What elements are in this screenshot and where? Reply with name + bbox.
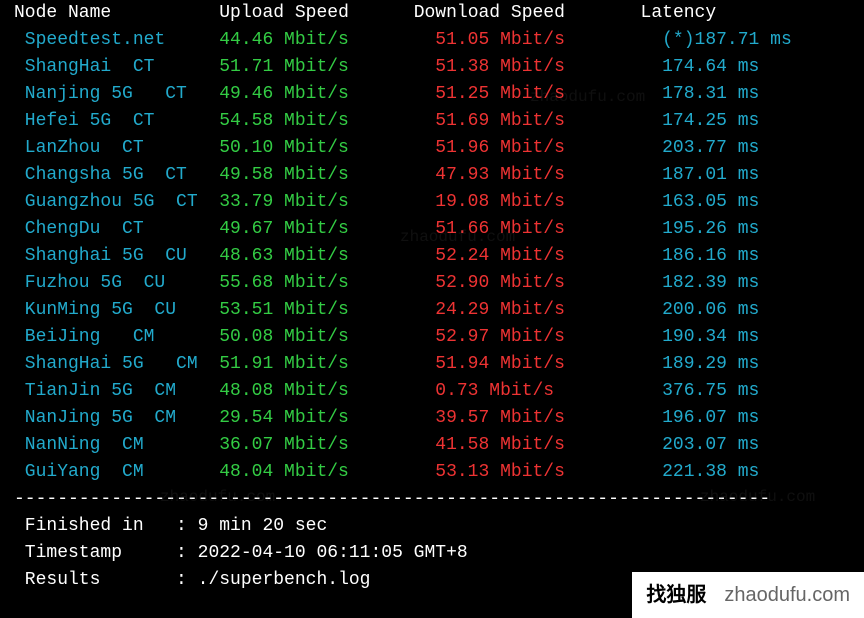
- cell-latency: 190.34 ms: [662, 327, 759, 347]
- table-header: Node Name Upload Speed Download Speed La…: [14, 0, 850, 27]
- cell-latency: 178.31 ms: [662, 84, 759, 104]
- cell-node: NanJing 5G CM: [14, 408, 219, 428]
- cell-upload: 50.08 Mbit/s: [219, 327, 435, 347]
- cell-latency: 174.64 ms: [662, 57, 759, 77]
- cell-download: 41.58 Mbit/s: [435, 435, 662, 455]
- cell-node: NanNing CM: [14, 435, 219, 455]
- attribution-badge: 找独服 zhaodufu.com: [632, 572, 864, 618]
- cell-download: 52.90 Mbit/s: [435, 273, 662, 293]
- cell-upload: 51.91 Mbit/s: [219, 354, 435, 374]
- footer-timestamp: Timestamp : 2022-04-10 06:11:05 GMT+8: [14, 540, 850, 567]
- cell-download: 51.05 Mbit/s: [435, 30, 662, 50]
- cell-node: ChengDu CT: [14, 219, 219, 239]
- cell-latency: 203.77 ms: [662, 138, 759, 158]
- cell-upload: 49.58 Mbit/s: [219, 165, 435, 185]
- cell-upload: 48.08 Mbit/s: [219, 381, 435, 401]
- cell-latency: 174.25 ms: [662, 111, 759, 131]
- cell-node: Hefei 5G CT: [14, 111, 219, 131]
- cell-upload: 54.58 Mbit/s: [219, 111, 435, 131]
- cell-node: ShangHai CT: [14, 57, 219, 77]
- cell-download: 24.29 Mbit/s: [435, 300, 662, 320]
- cell-download: 0.73 Mbit/s: [435, 381, 662, 401]
- header-node: Node Name: [14, 3, 111, 23]
- cell-latency: 376.75 ms: [662, 381, 759, 401]
- cell-latency: 195.26 ms: [662, 219, 759, 239]
- cell-download: 51.38 Mbit/s: [435, 57, 662, 77]
- cell-upload: 29.54 Mbit/s: [219, 408, 435, 428]
- table-row: NanNing CM 36.07 Mbit/s 41.58 Mbit/s 203…: [14, 432, 850, 459]
- header-upload: Upload Speed: [219, 3, 349, 23]
- cell-node: Fuzhou 5G CU: [14, 273, 219, 293]
- cell-upload: 48.63 Mbit/s: [219, 246, 435, 266]
- table-row: TianJin 5G CM 48.08 Mbit/s 0.73 Mbit/s 3…: [14, 378, 850, 405]
- cell-node: ShangHai 5G CM: [14, 354, 219, 374]
- cell-upload: 49.46 Mbit/s: [219, 84, 435, 104]
- cell-download: 51.96 Mbit/s: [435, 138, 662, 158]
- cell-node: Changsha 5G CT: [14, 165, 219, 185]
- cell-upload: 36.07 Mbit/s: [219, 435, 435, 455]
- table-row: ShangHai 5G CM 51.91 Mbit/s 51.94 Mbit/s…: [14, 351, 850, 378]
- terminal-output: Node Name Upload Speed Download Speed La…: [0, 0, 864, 608]
- cell-latency: 186.16 ms: [662, 246, 759, 266]
- cell-upload: 53.51 Mbit/s: [219, 300, 435, 320]
- table-row: ChengDu CT 49.67 Mbit/s 51.66 Mbit/s 195…: [14, 216, 850, 243]
- cell-download: 39.57 Mbit/s: [435, 408, 662, 428]
- table-row: Shanghai 5G CU 48.63 Mbit/s 52.24 Mbit/s…: [14, 243, 850, 270]
- divider-line: ----------------------------------------…: [14, 486, 850, 513]
- table-row: BeiJing CM 50.08 Mbit/s 52.97 Mbit/s 190…: [14, 324, 850, 351]
- cell-latency: 221.38 ms: [662, 462, 759, 482]
- cell-download: 51.25 Mbit/s: [435, 84, 662, 104]
- cell-upload: 50.10 Mbit/s: [219, 138, 435, 158]
- table-row: NanJing 5G CM 29.54 Mbit/s 39.57 Mbit/s …: [14, 405, 850, 432]
- cell-latency: 196.07 ms: [662, 408, 759, 428]
- table-row: LanZhou CT 50.10 Mbit/s 51.96 Mbit/s 203…: [14, 135, 850, 162]
- cell-node: TianJin 5G CM: [14, 381, 219, 401]
- cell-node: GuiYang CM: [14, 462, 219, 482]
- table-row: Changsha 5G CT 49.58 Mbit/s 47.93 Mbit/s…: [14, 162, 850, 189]
- table-row: ShangHai CT 51.71 Mbit/s 51.38 Mbit/s 17…: [14, 54, 850, 81]
- cell-latency: 182.39 ms: [662, 273, 759, 293]
- cell-node: Guangzhou 5G CT: [14, 192, 219, 212]
- table-row: Speedtest.net 44.46 Mbit/s 51.05 Mbit/s …: [14, 27, 850, 54]
- cell-latency: 200.06 ms: [662, 300, 759, 320]
- cell-latency: 203.07 ms: [662, 435, 759, 455]
- cell-upload: 49.67 Mbit/s: [219, 219, 435, 239]
- cell-download: 51.66 Mbit/s: [435, 219, 662, 239]
- cell-download: 52.24 Mbit/s: [435, 246, 662, 266]
- cell-node: KunMing 5G CU: [14, 300, 219, 320]
- cell-download: 52.97 Mbit/s: [435, 327, 662, 347]
- cell-latency: 187.01 ms: [662, 165, 759, 185]
- cell-download: 51.69 Mbit/s: [435, 111, 662, 131]
- footer-finished: Finished in : 9 min 20 sec: [14, 513, 850, 540]
- cell-download: 51.94 Mbit/s: [435, 354, 662, 374]
- header-download: Download Speed: [414, 3, 565, 23]
- table-body: Speedtest.net 44.46 Mbit/s 51.05 Mbit/s …: [14, 27, 850, 486]
- cell-latency: 163.05 ms: [662, 192, 759, 212]
- cell-upload: 44.46 Mbit/s: [219, 30, 435, 50]
- badge-url-text: zhaodufu.com: [724, 580, 850, 610]
- table-row: GuiYang CM 48.04 Mbit/s 53.13 Mbit/s 221…: [14, 459, 850, 486]
- table-row: Guangzhou 5G CT 33.79 Mbit/s 19.08 Mbit/…: [14, 189, 850, 216]
- cell-download: 19.08 Mbit/s: [435, 192, 662, 212]
- cell-upload: 48.04 Mbit/s: [219, 462, 435, 482]
- badge-cn-text: 找独服: [646, 580, 706, 610]
- cell-node: BeiJing CM: [14, 327, 219, 347]
- cell-latency: (*)187.71 ms: [662, 30, 792, 50]
- cell-download: 47.93 Mbit/s: [435, 165, 662, 185]
- cell-node: Nanjing 5G CT: [14, 84, 219, 104]
- cell-node: Shanghai 5G CU: [14, 246, 219, 266]
- cell-node: LanZhou CT: [14, 138, 219, 158]
- cell-upload: 51.71 Mbit/s: [219, 57, 435, 77]
- table-row: Fuzhou 5G CU 55.68 Mbit/s 52.90 Mbit/s 1…: [14, 270, 850, 297]
- cell-upload: 55.68 Mbit/s: [219, 273, 435, 293]
- table-row: Nanjing 5G CT 49.46 Mbit/s 51.25 Mbit/s …: [14, 81, 850, 108]
- cell-upload: 33.79 Mbit/s: [219, 192, 435, 212]
- header-latency: Latency: [641, 3, 717, 23]
- cell-latency: 189.29 ms: [662, 354, 759, 374]
- table-row: Hefei 5G CT 54.58 Mbit/s 51.69 Mbit/s 17…: [14, 108, 850, 135]
- cell-node: Speedtest.net: [14, 30, 219, 50]
- cell-download: 53.13 Mbit/s: [435, 462, 662, 482]
- table-row: KunMing 5G CU 53.51 Mbit/s 24.29 Mbit/s …: [14, 297, 850, 324]
